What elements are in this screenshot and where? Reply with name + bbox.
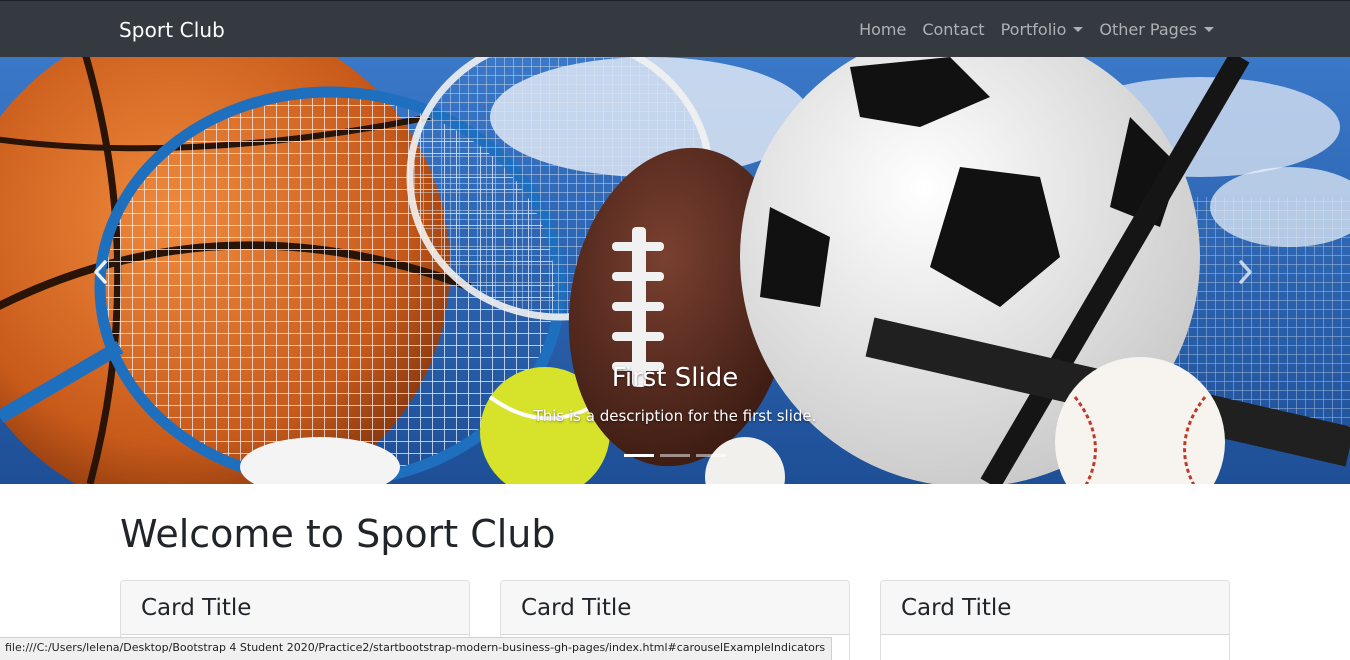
nav-link-label: Portfolio [1000, 20, 1067, 39]
caret-down-icon [1073, 27, 1084, 32]
nav-link-label: Other Pages [1099, 20, 1197, 39]
card-title: Card Title [501, 581, 849, 635]
hero-carousel: First Slide This is a description for th… [0, 57, 1350, 484]
nav-link-contact[interactable]: Contact [914, 20, 992, 39]
nav-dropdown-other-pages[interactable]: Other Pages [1091, 20, 1222, 39]
chevron-left-icon [94, 260, 107, 284]
chevron-right-icon [1239, 260, 1252, 284]
nav-menu: Home Contact Portfolio Other Pages [851, 20, 1222, 39]
card: Card Title [880, 580, 1230, 660]
carousel-indicator[interactable] [660, 454, 690, 457]
nav-link-label: Contact [922, 20, 985, 39]
slide-caption-text: This is a description for the first slid… [533, 407, 817, 425]
nav-link-label: Home [859, 20, 907, 39]
carousel-next-button[interactable] [1236, 257, 1256, 287]
caret-down-icon [1204, 27, 1214, 32]
card-title: Card Title [881, 581, 1229, 635]
card-title: Card Title [121, 581, 469, 635]
carousel-indicators [624, 454, 726, 457]
carousel-prev-button[interactable] [90, 257, 110, 287]
slide-caption-title: First Slide [611, 363, 739, 393]
browser-status-bar: file:///C:/Users/lelena/Desktop/Bootstra… [0, 637, 833, 660]
page-title: Welcome to Sport Club [120, 512, 556, 556]
brand-link[interactable]: Sport Club [119, 18, 225, 42]
carousel-indicator[interactable] [624, 454, 654, 457]
carousel-indicator[interactable] [696, 454, 726, 457]
navbar: Sport Club Home Contact Portfolio Other … [0, 0, 1350, 57]
nav-link-home[interactable]: Home [851, 20, 914, 39]
nav-dropdown-portfolio[interactable]: Portfolio [993, 20, 1092, 39]
